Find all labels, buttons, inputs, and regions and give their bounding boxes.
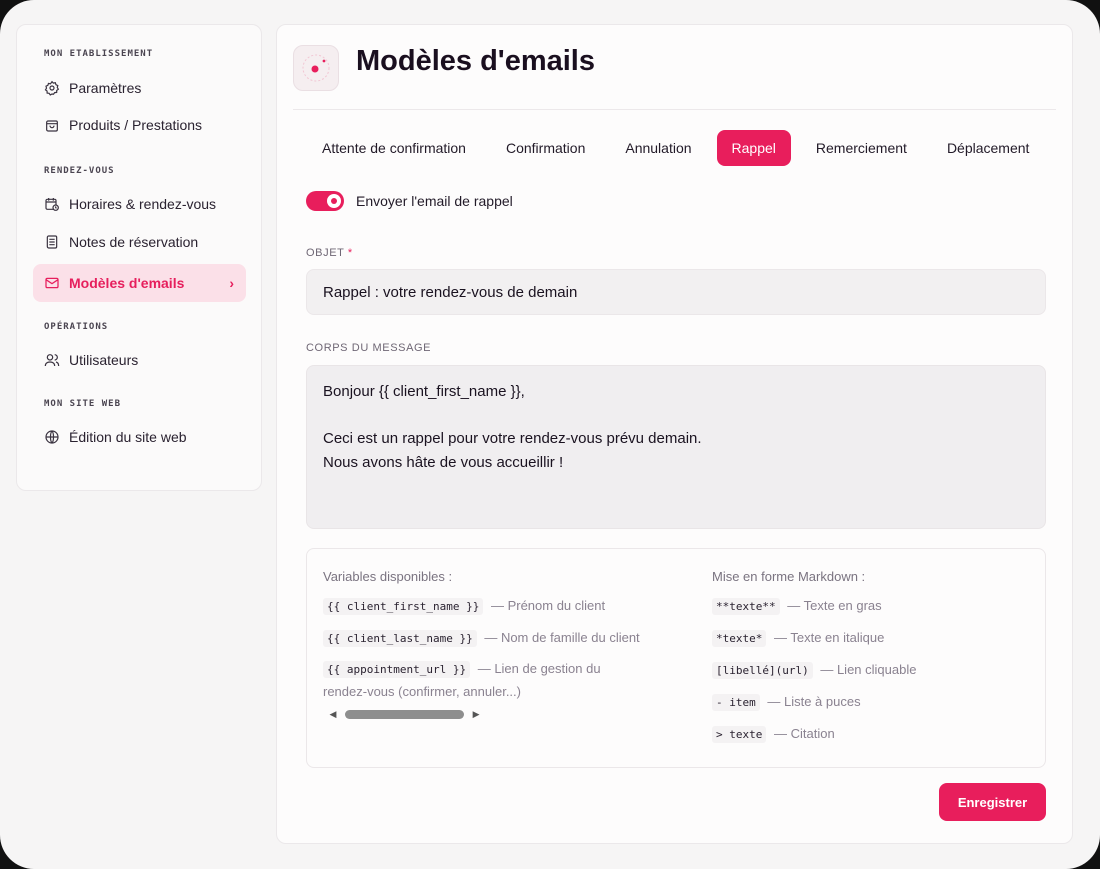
markdown-row: *texte* — Texte en italique bbox=[712, 630, 885, 647]
gear-icon bbox=[44, 80, 60, 96]
sidebar-item-notes[interactable]: Notes de réservation bbox=[33, 223, 246, 261]
tab-remerciement[interactable]: Remerciement bbox=[801, 130, 922, 166]
sidebar-item-parametres[interactable]: Paramètres bbox=[33, 69, 246, 107]
globe-icon bbox=[44, 429, 60, 445]
logo-icon bbox=[302, 54, 330, 82]
sidebar-item-modeles-emails[interactable]: Modèles d'emails › bbox=[33, 264, 246, 302]
markdown-title: Mise en forme Markdown : bbox=[712, 569, 866, 584]
horizontal-scrollbar[interactable]: ◀ ▶ bbox=[327, 708, 482, 720]
header-divider bbox=[293, 109, 1056, 110]
sidebar-section-site-web: MON SITE WEB bbox=[44, 399, 122, 409]
tab-annulation[interactable]: Annulation bbox=[610, 130, 706, 166]
mail-icon bbox=[44, 275, 60, 291]
subject-label-text: OBJET bbox=[306, 247, 345, 259]
sidebar-item-label: Notes de réservation bbox=[69, 234, 199, 250]
markdown-code: - item bbox=[712, 694, 760, 711]
body-textarea[interactable]: Bonjour {{ client_first_name }}, Ceci es… bbox=[306, 365, 1046, 529]
chevron-right-icon: › bbox=[229, 275, 234, 291]
send-reminder-toggle-row: Envoyer l'email de rappel bbox=[306, 191, 513, 211]
sidebar-item-label: Horaires & rendez-vous bbox=[69, 196, 217, 212]
variable-row: {{ appointment_url }} — Lien de gestion … bbox=[323, 661, 601, 678]
page-title: Modèles d'emails bbox=[356, 45, 595, 77]
markdown-code: [libellé](url) bbox=[712, 662, 813, 679]
variable-code: {{ client_first_name }} bbox=[323, 598, 484, 615]
template-tabs: Attente de confirmation Confirmation Ann… bbox=[307, 130, 1054, 166]
variable-desc: — Nom de famille du client bbox=[484, 630, 640, 645]
sidebar-item-utilisateurs[interactable]: Utilisateurs bbox=[33, 341, 246, 379]
markdown-desc: — Citation bbox=[773, 726, 835, 741]
send-reminder-label: Envoyer l'email de rappel bbox=[356, 193, 513, 209]
sidebar-item-label: Édition du site web bbox=[69, 429, 187, 445]
sidebar: MON ETABLISSEMENT Paramètres Produits / … bbox=[16, 24, 262, 491]
markdown-desc: — Lien cliquable bbox=[820, 662, 917, 677]
markdown-desc: — Texte en italique bbox=[773, 630, 885, 645]
scroll-left-icon[interactable]: ◀ bbox=[327, 709, 339, 720]
variable-code: {{ client_last_name }} bbox=[323, 630, 477, 647]
save-button[interactable]: Enregistrer bbox=[939, 783, 1046, 821]
help-panel: Variables disponibles : {{ client_first_… bbox=[306, 548, 1046, 768]
sidebar-item-horaires[interactable]: Horaires & rendez-vous bbox=[33, 185, 246, 223]
markdown-code: **texte** bbox=[712, 598, 780, 615]
users-icon bbox=[44, 352, 60, 368]
markdown-desc: — Liste à puces bbox=[767, 694, 861, 709]
markdown-code: > texte bbox=[712, 726, 767, 743]
sidebar-item-site-web[interactable]: Édition du site web bbox=[33, 418, 246, 456]
subject-input[interactable]: Rappel : votre rendez-vous de demain bbox=[306, 269, 1046, 315]
markdown-code: *texte* bbox=[712, 630, 767, 647]
variable-row: {{ client_last_name }} — Nom de famille … bbox=[323, 630, 640, 647]
markdown-row: - item — Liste à puces bbox=[712, 694, 861, 711]
variable-row: {{ client_first_name }} — Prénom du clie… bbox=[323, 598, 606, 615]
sidebar-item-label: Produits / Prestations bbox=[69, 117, 203, 133]
tab-confirmation[interactable]: Confirmation bbox=[491, 130, 600, 166]
main-panel: Modèles d'emails Attente de confirmation… bbox=[276, 24, 1073, 844]
tab-attente-confirmation[interactable]: Attente de confirmation bbox=[307, 130, 481, 166]
subject-label: OBJET * bbox=[306, 247, 353, 259]
app-window: MON ETABLISSEMENT Paramètres Produits / … bbox=[0, 0, 1100, 869]
variable-desc: — Prénom du client bbox=[490, 598, 606, 613]
sidebar-item-label: Modèles d'emails bbox=[69, 275, 185, 291]
tab-rappel[interactable]: Rappel bbox=[716, 130, 791, 166]
scroll-right-icon[interactable]: ▶ bbox=[470, 709, 482, 720]
calendar-clock-icon bbox=[44, 196, 60, 212]
sidebar-section-rendez-vous: RENDEZ-VOUS bbox=[44, 166, 115, 176]
send-reminder-toggle[interactable] bbox=[306, 191, 344, 211]
sidebar-item-label: Paramètres bbox=[69, 80, 142, 96]
markdown-row: **texte** — Texte en gras bbox=[712, 598, 882, 615]
body-line: Nous avons hâte de vous accueillir ! bbox=[323, 453, 564, 471]
body-line bbox=[323, 404, 1029, 428]
sidebar-item-label: Utilisateurs bbox=[69, 352, 139, 368]
logo bbox=[293, 45, 339, 91]
body-line: Ceci est un rappel pour votre rendez-vou… bbox=[323, 430, 702, 447]
sidebar-section-etablissement: MON ETABLISSEMENT bbox=[44, 49, 154, 59]
markdown-row: [libellé](url) — Lien cliquable bbox=[712, 662, 917, 679]
variables-title: Variables disponibles : bbox=[323, 569, 453, 584]
sidebar-section-operations: OPÉRATIONS bbox=[44, 322, 109, 332]
sidebar-item-produits[interactable]: Produits / Prestations bbox=[33, 106, 246, 144]
tab-deplacement[interactable]: Déplacement bbox=[932, 130, 1045, 166]
toggle-knob bbox=[327, 194, 341, 208]
variable-desc: — Lien de gestion du bbox=[477, 661, 601, 676]
required-mark: * bbox=[347, 247, 353, 259]
variable-code: {{ appointment_url }} bbox=[323, 661, 471, 678]
markdown-desc: — Texte en gras bbox=[787, 598, 882, 613]
bag-icon bbox=[44, 117, 60, 133]
body-label: CORPS DU MESSAGE bbox=[306, 342, 432, 354]
notes-icon bbox=[44, 234, 60, 250]
body-line: Bonjour {{ client_first_name }}, bbox=[323, 383, 525, 400]
variable-desc-continued: rendez-vous (confirmer, annuler...) bbox=[323, 684, 521, 699]
markdown-row: > texte — Citation bbox=[712, 726, 835, 743]
scrollbar-thumb[interactable] bbox=[344, 709, 465, 719]
